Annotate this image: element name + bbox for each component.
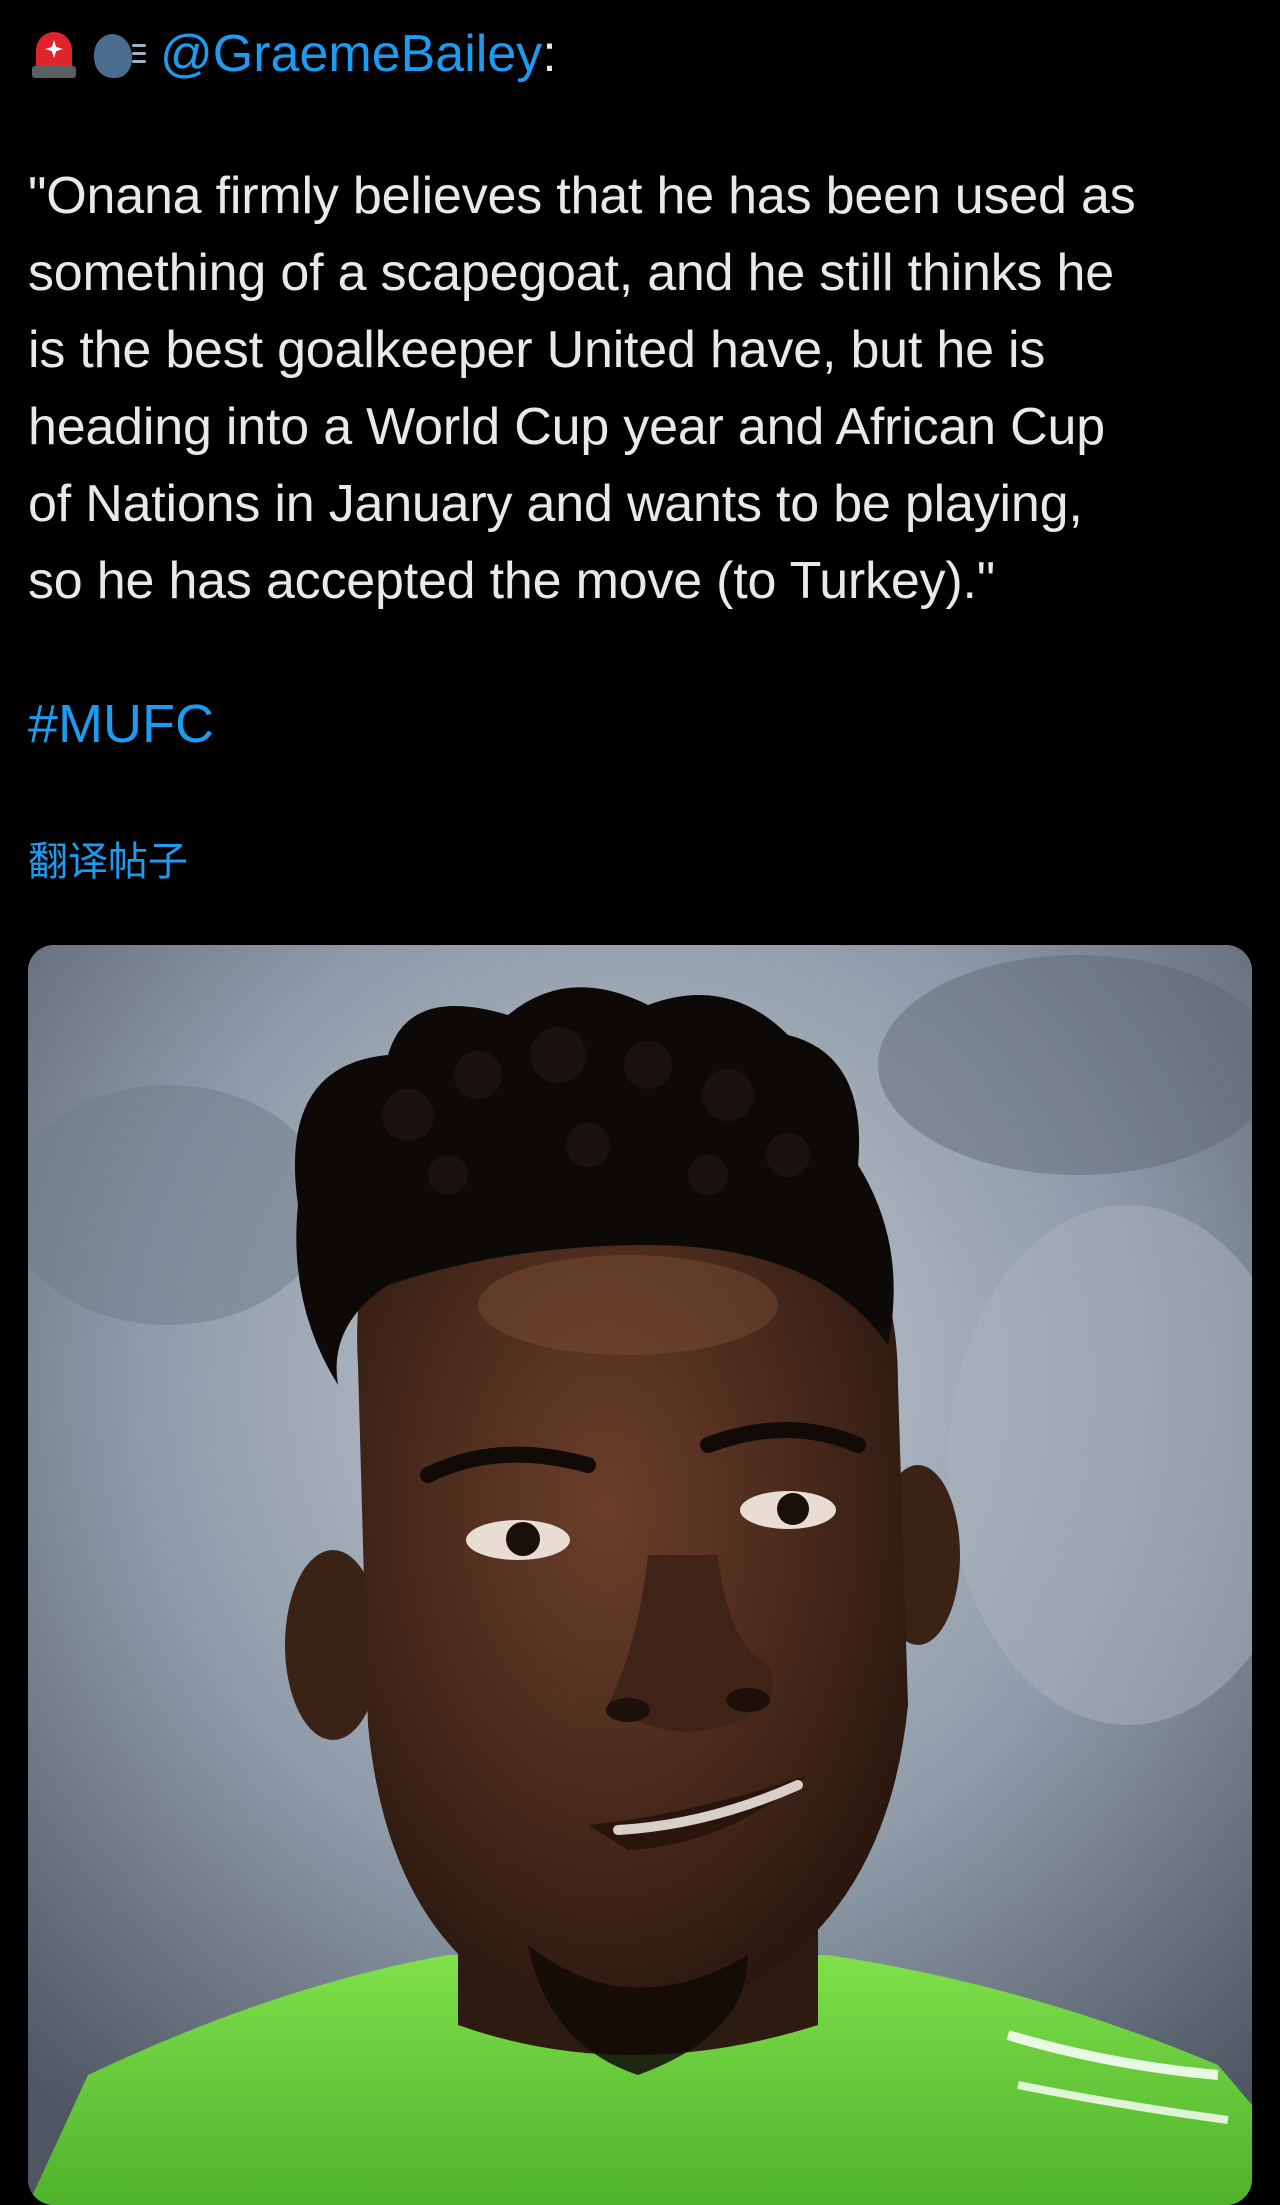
player-portrait-image (28, 945, 1252, 2205)
quoted-byline: @GraemeBailey: (28, 18, 1252, 90)
byline-colon: : (542, 25, 557, 83)
tweet-photo[interactable] (28, 945, 1252, 2205)
rotating-light-icon (28, 26, 80, 82)
mention-link[interactable]: @GraemeBailey (160, 18, 542, 90)
speaking-head-icon (94, 26, 146, 82)
hashtag-link[interactable]: #MUFC (28, 688, 1252, 760)
tweet-text: "Onana firmly believes that he has been … (28, 167, 1136, 610)
translate-post-link[interactable]: 翻译帖子 (28, 836, 1252, 888)
tweet-body: @GraemeBailey: "Onana firmly believes th… (28, 18, 1252, 888)
